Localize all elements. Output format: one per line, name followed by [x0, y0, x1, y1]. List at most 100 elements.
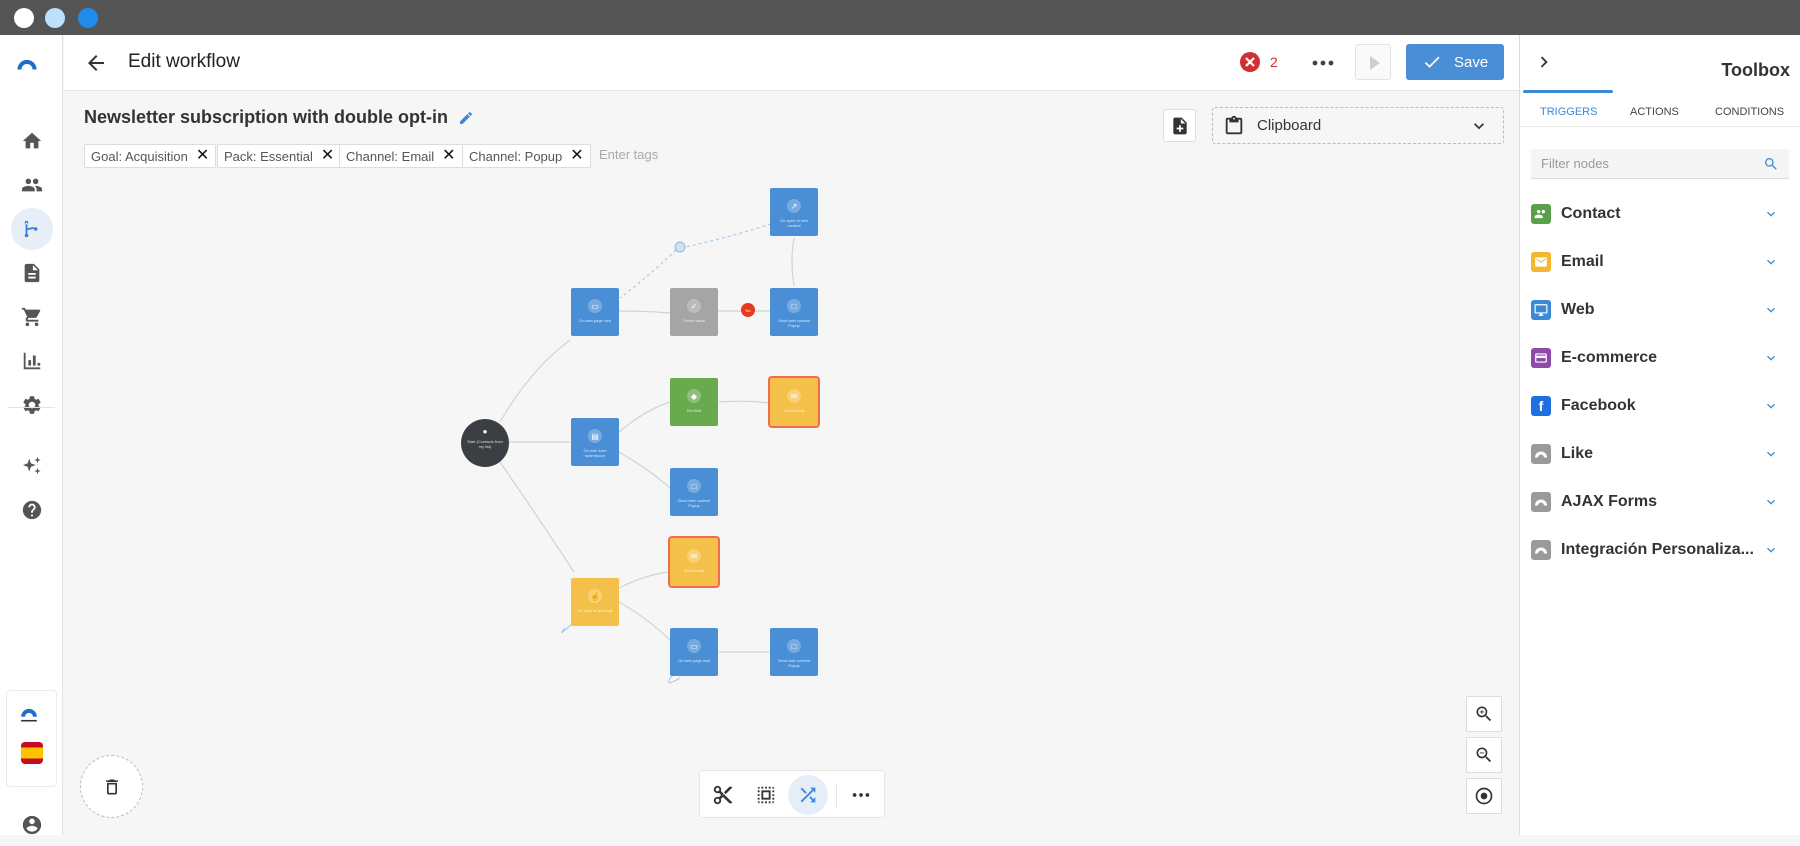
window-minimize-dot[interactable]	[45, 8, 65, 28]
toolbox-item-ajax-forms[interactable]: AJAX Forms	[1531, 484, 1789, 520]
edit-pencil-icon[interactable]	[458, 110, 474, 126]
email-icon	[1531, 252, 1551, 272]
connectif-icon	[1531, 444, 1551, 464]
workflow-node[interactable]: ▤ On web form submission	[571, 418, 619, 466]
zoom-in-button[interactable]	[1466, 696, 1502, 732]
node-label: Send web content Popup	[777, 318, 811, 328]
tag-chip[interactable]: Channel: Email ✕	[339, 144, 463, 168]
open-link-icon: ↗	[787, 199, 801, 213]
chevron-down-icon	[1474, 123, 1484, 130]
workflow-node[interactable]: ▭ On web page visit	[571, 288, 619, 336]
remove-tag-icon[interactable]: ✕	[442, 148, 455, 164]
collapse-panel-icon[interactable]	[1533, 51, 1555, 73]
people-icon	[21, 178, 43, 192]
workflow-node[interactable]: ✓ Check value	[670, 288, 718, 336]
clipboard-dropdown[interactable]: Clipboard	[1212, 107, 1504, 144]
remove-tag-icon[interactable]: ✕	[196, 148, 209, 164]
nav-user-profile[interactable]	[11, 804, 53, 846]
web-content-icon: □	[787, 639, 801, 653]
tab-conditions[interactable]: CONDITIONS	[1715, 106, 1784, 118]
zoom-out-button[interactable]	[1466, 737, 1502, 773]
gear-icon	[23, 396, 41, 414]
window-maximize-dot[interactable]	[78, 8, 98, 28]
toolbox-item-ecommerce[interactable]: E-commerce	[1531, 340, 1789, 376]
language-flag-icon[interactable]	[21, 742, 43, 764]
toolbox-item-contact[interactable]: Contact	[1531, 196, 1789, 232]
error-indicator[interactable]: 2	[1240, 52, 1278, 72]
workflow-node[interactable]: □ Send web content Popup	[770, 628, 818, 676]
toolbox-item-label: Email	[1561, 253, 1604, 270]
monitor-icon	[1531, 300, 1551, 320]
window-close-dot[interactable]	[14, 8, 34, 28]
tab-actions[interactable]: ACTIONS	[1630, 106, 1679, 118]
save-button[interactable]: Save	[1406, 44, 1504, 80]
more-horizontal-icon	[1312, 60, 1334, 66]
tag-label: Channel: Popup	[469, 148, 563, 164]
run-button[interactable]	[1355, 44, 1391, 80]
back-button[interactable]	[84, 51, 108, 75]
toolbox-item-facebook[interactable]: f Facebook	[1531, 388, 1789, 424]
tags-input[interactable]: Enter tags	[599, 147, 658, 162]
workflow-node[interactable]: ☝ On click of an email	[571, 578, 619, 626]
tag-chip[interactable]: Goal: Acquisition ✕	[84, 144, 217, 168]
clipboard-label: Clipboard	[1257, 117, 1322, 134]
shuffle-icon	[800, 787, 816, 803]
people-icon	[1531, 204, 1551, 224]
tab-triggers[interactable]: TRIGGERS	[1540, 106, 1597, 118]
save-label: Save	[1454, 53, 1489, 71]
toolbox-item-email[interactable]: Email	[1531, 244, 1789, 280]
center-view-button[interactable]	[1466, 778, 1502, 814]
node-label: On web form submission	[583, 448, 607, 458]
node-label: On open of web content	[779, 218, 809, 228]
facebook-icon: f	[1531, 396, 1551, 416]
start-node[interactable]: ● Start (Contacts from my list)	[461, 419, 509, 467]
nav-workflows[interactable]	[11, 208, 53, 250]
web-content-icon: □	[687, 479, 701, 493]
workflow-node[interactable]: ↗ On open of web content	[770, 188, 818, 236]
more-options-button[interactable]	[1310, 51, 1336, 75]
filter-nodes-field[interactable]: Filter nodes	[1531, 149, 1789, 179]
email-icon: ✉	[687, 549, 701, 563]
nav-content[interactable]	[11, 252, 53, 294]
nav-reports[interactable]	[11, 340, 53, 382]
target-icon	[1475, 787, 1493, 805]
workflow-node[interactable]: ✉ Send Email	[770, 378, 818, 426]
page-title: Edit workflow	[128, 51, 240, 72]
account-logo[interactable]	[18, 705, 46, 727]
tag-chip[interactable]: Channel: Popup ✕	[462, 144, 591, 168]
nav-contacts[interactable]	[11, 164, 53, 206]
remove-tag-icon[interactable]: ✕	[321, 148, 334, 164]
toolbox-item-like[interactable]: Like	[1531, 436, 1789, 472]
clipboard-icon	[1225, 115, 1243, 134]
auto-layout-button[interactable]	[788, 775, 828, 815]
tab-active-indicator	[1523, 90, 1613, 93]
tag-chip[interactable]: Pack: Essential ✕	[217, 144, 342, 168]
cut-icon[interactable]	[712, 784, 734, 806]
workflow-node[interactable]: □ Send web content Popup	[770, 288, 818, 336]
delete-drop-zone[interactable]	[80, 755, 143, 818]
nav-help[interactable]	[11, 489, 53, 531]
workflow-node[interactable]: ✉ Send Email	[670, 538, 718, 586]
toolbox-item-web[interactable]: Web	[1531, 292, 1789, 328]
node-label: Check value	[682, 318, 705, 323]
workflow-node[interactable]: □ Send web content Popup	[670, 468, 718, 516]
app-logo[interactable]	[16, 53, 48, 71]
add-node-button[interactable]	[1163, 109, 1196, 142]
workflow-name-text: Newsletter subscription with double opt-…	[84, 107, 449, 127]
toolbox-item-integracion[interactable]: Integración Personaliza...	[1531, 532, 1789, 568]
nav-settings[interactable]	[11, 384, 53, 426]
workflow-node[interactable]: ▭ On web page visit	[670, 628, 718, 676]
nav-home[interactable]	[11, 120, 53, 162]
remove-tag-icon[interactable]: ✕	[570, 148, 583, 164]
toolbox-item-label: Web	[1561, 301, 1595, 318]
workflow-node[interactable]: ◆ Set field	[670, 378, 718, 426]
toolbox-item-label: Like	[1561, 445, 1594, 462]
nav-ai[interactable]	[11, 445, 53, 487]
select-all-icon[interactable]	[755, 784, 777, 806]
play-icon	[1370, 56, 1380, 70]
error-count: 2	[1270, 54, 1278, 70]
nav-ecommerce[interactable]	[11, 296, 53, 338]
more-horizontal-icon[interactable]	[850, 784, 872, 806]
left-navigation	[0, 35, 63, 835]
monitor-icon: ▭	[588, 299, 602, 313]
